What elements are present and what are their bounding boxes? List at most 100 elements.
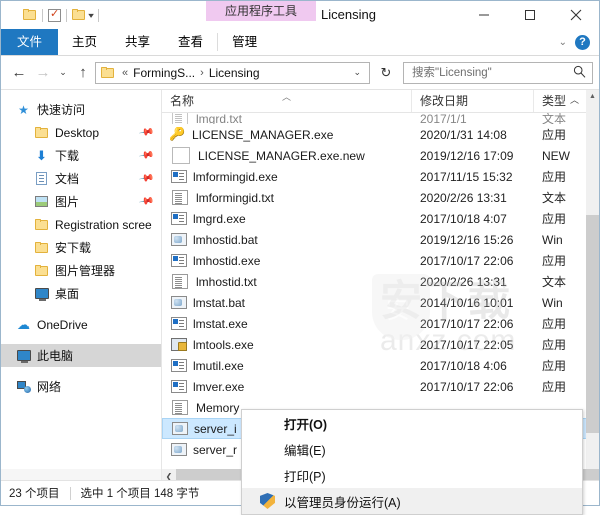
file-name: LICENSE_MANAGER.exe (192, 127, 334, 142)
back-button[interactable]: ← (7, 61, 31, 85)
close-button[interactable] (553, 1, 599, 29)
breadcrumb-overflow[interactable]: « (119, 67, 131, 79)
refresh-button[interactable]: ↻ (375, 62, 397, 84)
file-type: NEW (542, 148, 570, 163)
forward-button[interactable]: → (31, 61, 55, 85)
sidebar-item-anxiazai[interactable]: 安下载 (1, 236, 161, 259)
vertical-scrollbar-thumb[interactable] (586, 215, 599, 433)
search-box[interactable] (403, 61, 593, 84)
folder-icon (33, 218, 50, 231)
vertical-scrollbar[interactable]: ▲ ▼ (586, 90, 599, 483)
file-type: 应用 (542, 380, 567, 394)
tab-home[interactable]: 主页 (58, 29, 111, 55)
menu-item-run-as-administrator[interactable]: 以管理员身份运行(A) (242, 488, 582, 514)
tab-view[interactable]: 查看 (164, 29, 217, 55)
chevron-down-icon[interactable]: ⌄ (559, 37, 567, 48)
table-row[interactable]: lmgrd.exe 2017/10/18 4:07 应用 (162, 208, 599, 229)
column-header-name-label: 名称 (170, 94, 195, 108)
table-row[interactable]: lmhostid.txt 2020/2/26 13:31 文本 (162, 271, 599, 292)
status-selection-info: 选中 1 个项目 148 字节 (80, 488, 200, 500)
network-icon (15, 380, 32, 393)
file-type: 应用 (542, 170, 567, 184)
file-date: 2017/10/18 4:06 (420, 358, 507, 373)
table-row[interactable]: lmstat.bat 2014/10/16 10:01 Win (162, 292, 599, 313)
breadcrumb-item-0[interactable]: FormingS... (131, 66, 197, 80)
breadcrumb[interactable]: « FormingS... › Licensing ⌄ (95, 61, 370, 84)
table-row[interactable]: lmformingid.txt 2020/2/26 13:31 文本 (162, 187, 599, 208)
search-icon[interactable] (573, 65, 586, 81)
column-header-type[interactable]: 类型 ︿ (534, 90, 582, 112)
sidebar-item-documents[interactable]: 文档 📌 (1, 167, 161, 190)
sidebar-item-desktop-cn[interactable]: 桌面 (1, 282, 161, 305)
file-name: lmver.exe (193, 379, 245, 394)
table-row[interactable]: lmutil.exe 2017/10/18 4:06 应用 (162, 355, 599, 376)
sidebar-item-network[interactable]: 网络 (1, 375, 161, 398)
sidebar-item-registration-screen[interactable]: Registration scree (1, 213, 161, 236)
file-rows: lmgrd.txt 2017/1/1 文本 LICENSE_MANAGER.ex… (162, 113, 599, 460)
chevron-down-icon[interactable]: ⌄ (349, 67, 365, 78)
table-row[interactable]: lmver.exe 2017/10/17 22:06 应用 (162, 376, 599, 397)
table-row[interactable]: LICENSE_MANAGER.exe.new 2019/12/16 17:09… (162, 145, 599, 166)
pin-icon[interactable]: 📌 (138, 170, 155, 186)
file-type: 应用 (542, 128, 567, 142)
new-folder-icon[interactable] (72, 9, 86, 21)
sidebar-item-onedrive[interactable]: ☁ OneDrive (1, 313, 161, 336)
tab-manage[interactable]: 管理 (218, 29, 272, 55)
sidebar-item-label: 安下载 (55, 241, 92, 255)
file-name: lmutil.exe (193, 358, 244, 373)
file-name: server_r (193, 442, 238, 457)
menu-item-print[interactable]: 打印(P) (242, 462, 582, 488)
pin-icon[interactable]: 📌 (138, 124, 155, 140)
text-file-icon (172, 274, 188, 289)
table-row[interactable]: lmhostid.exe 2017/10/17 22:06 应用 (162, 250, 599, 271)
folder-icon[interactable] (23, 9, 37, 21)
table-row[interactable]: lmgrd.txt 2017/1/1 文本 (162, 113, 599, 124)
table-row[interactable]: lmtools.exe 2017/10/17 22:05 应用 (162, 334, 599, 355)
properties-icon[interactable] (48, 7, 61, 22)
breadcrumb-item-1[interactable]: Licensing (207, 66, 262, 80)
maximize-button[interactable] (507, 1, 553, 29)
chevron-up-icon[interactable]: ︿ (570, 90, 579, 111)
file-name: server_i (194, 421, 237, 436)
sidebar-item-desktop-en[interactable]: Desktop 📌 (1, 121, 161, 144)
file-name: lmgrd.txt (196, 113, 243, 124)
table-row[interactable]: lmhostid.bat 2019/12/16 15:26 Win (162, 229, 599, 250)
table-row[interactable]: lmstat.exe 2017/10/17 22:06 应用 (162, 313, 599, 334)
sidebar-item-image-manager[interactable]: 图片管理器 (1, 259, 161, 282)
tab-share[interactable]: 共享 (111, 29, 164, 55)
file-type: 应用 (542, 254, 567, 268)
sidebar-item-pictures[interactable]: 图片 📌 (1, 190, 161, 213)
application-icon (171, 212, 187, 225)
pin-icon[interactable]: 📌 (138, 193, 155, 209)
ribbon-tabs: 文件 主页 共享 查看 管理 (1, 29, 272, 55)
quick-access-toolbar: ▾ (23, 4, 104, 26)
column-header-name[interactable]: 名称 ︿ (162, 90, 412, 112)
search-input[interactable] (410, 65, 573, 80)
menu-item-open[interactable]: 打开(O) (242, 410, 582, 436)
menu-item-label: 打开(O) (284, 417, 328, 432)
chevron-down-icon[interactable]: ▾ (88, 11, 94, 20)
text-file-icon (172, 190, 188, 205)
minimize-button[interactable] (461, 1, 507, 29)
up-button[interactable]: ↑ (71, 61, 95, 85)
file-type: 应用 (542, 359, 567, 373)
scroll-up-icon[interactable]: ▲ (586, 90, 599, 103)
contextual-tab-group-label: 应用程序工具 (224, 4, 297, 18)
column-header-date[interactable]: 修改日期 (412, 90, 534, 112)
table-row[interactable]: LICENSE_MANAGER.exe 2020/1/31 14:08 应用 (162, 124, 599, 145)
menu-item-edit[interactable]: 编辑(E) (242, 436, 582, 462)
sidebar-item-label: 图片 (55, 195, 80, 209)
pin-icon[interactable]: 📌 (138, 147, 155, 163)
sidebar-item-downloads[interactable]: ⬇ 下载 📌 (1, 144, 161, 167)
help-icon[interactable]: ? (575, 34, 590, 50)
sidebar-item-this-pc[interactable]: 此电脑 (1, 344, 161, 367)
sidebar-item-quick-access[interactable]: ★ 快速访问 (1, 98, 161, 121)
blank-file-icon (172, 147, 190, 164)
folder-icon (33, 126, 50, 139)
status-item-count: 23 个项目 (9, 488, 60, 500)
recent-locations-button[interactable]: ⌄ (55, 61, 71, 85)
tab-file[interactable]: 文件 (1, 29, 59, 55)
sort-ascending-icon: ︿ (282, 92, 292, 102)
sidebar-item-label: 下载 (55, 149, 80, 163)
table-row[interactable]: lmformingid.exe 2017/11/15 15:32 应用 (162, 166, 599, 187)
